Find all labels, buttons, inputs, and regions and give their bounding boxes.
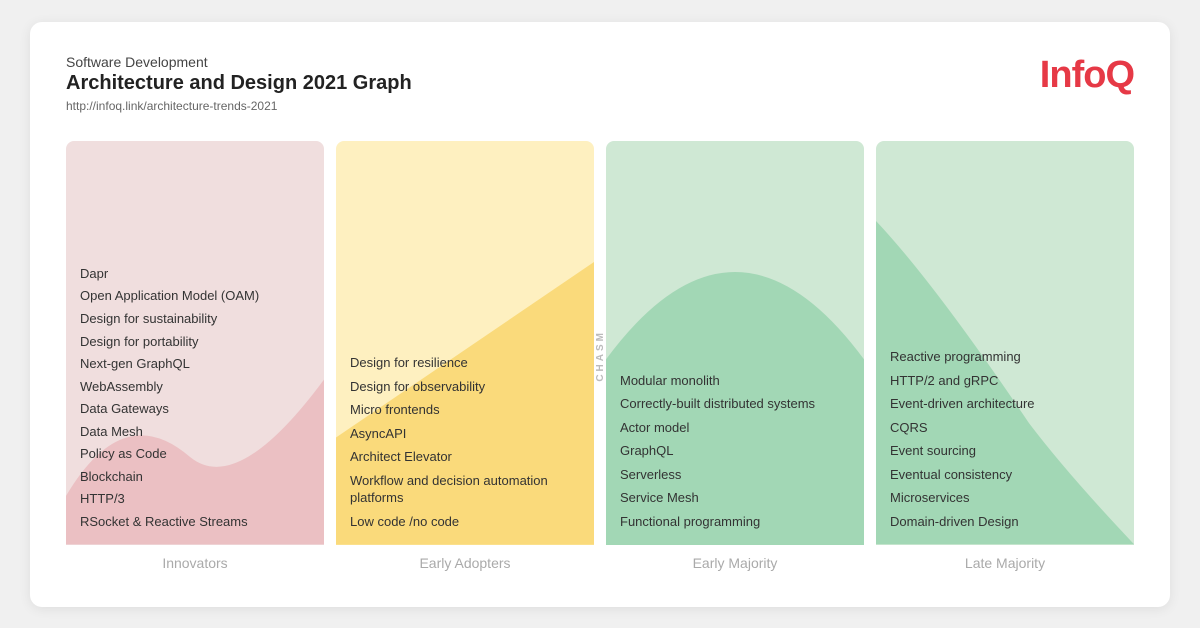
list-item: Functional programming	[620, 513, 850, 531]
list-item: Workflow and decision automation platfor…	[350, 472, 580, 507]
innovators-column: Dapr Open Application Model (OAM) Design f…	[66, 141, 324, 571]
header: Software Development Architecture and De…	[66, 54, 1134, 113]
list-item: CQRS	[890, 419, 1120, 437]
late-majority-column: Reactive programming HTTP/2 and gRPC Event…	[876, 141, 1134, 571]
header-title: Architecture and Design 2021 Graph	[66, 72, 412, 95]
list-item: Reactive programming	[890, 348, 1120, 366]
list-item: GraphQL	[620, 442, 850, 460]
early-adopters-column: Design for resilience Design for observab…	[336, 141, 594, 571]
list-item: Architect Elevator	[350, 448, 580, 466]
header-subtitle: Software Development	[66, 54, 412, 70]
main-card: Software Development Architecture and De…	[30, 22, 1170, 607]
innovators-list: Dapr Open Application Model (OAM) Design f…	[80, 265, 310, 531]
list-item: Data Gateways	[80, 400, 310, 418]
late-majority-items: Reactive programming HTTP/2 and gRPC Event…	[890, 348, 1120, 530]
list-item: HTTP/2 and gRPC	[890, 372, 1120, 390]
list-item: HTTP/3	[80, 490, 310, 508]
list-item: Design for observability	[350, 378, 580, 396]
list-item: Eventual consistency	[890, 466, 1120, 484]
gap2	[864, 141, 876, 571]
logo-text: Info	[1040, 54, 1106, 96]
innovators-bg: Dapr Open Application Model (OAM) Design f…	[66, 141, 324, 545]
innovators-label: Innovators	[66, 545, 324, 571]
early-adopters-items: Design for resilience Design for observab…	[350, 354, 580, 530]
list-item: Low code /no code	[350, 513, 580, 531]
list-item: Domain-driven Design	[890, 513, 1120, 531]
gap1	[324, 141, 336, 571]
list-item: Design for portability	[80, 333, 310, 351]
list-item: Microservices	[890, 489, 1120, 507]
list-item: RSocket & Reactive Streams	[80, 513, 310, 531]
header-link: http://infoq.link/architecture-trends-20…	[66, 99, 412, 113]
list-item: Serverless	[620, 466, 850, 484]
list-item: Policy as Code	[80, 445, 310, 463]
innovators-items: Dapr Open Application Model (OAM) Design f…	[80, 265, 310, 531]
early-adopters-label: Early Adopters	[336, 545, 594, 571]
chasm-divider: CHASM	[594, 141, 606, 571]
late-majority-label: Late Majority	[876, 545, 1134, 571]
chasm-label: CHASM	[595, 330, 606, 382]
list-item: Micro frontends	[350, 401, 580, 419]
early-adopters-list: Design for resilience Design for observab…	[350, 354, 580, 530]
list-item: Correctly-built distributed systems	[620, 395, 850, 413]
list-item: Design for resilience	[350, 354, 580, 372]
late-majority-bg: Reactive programming HTTP/2 and gRPC Event…	[876, 141, 1134, 545]
early-majority-list: Modular monolith Correctly-built distribu…	[620, 372, 850, 531]
list-item: AsyncAPI	[350, 425, 580, 443]
list-item: Design for sustainability	[80, 310, 310, 328]
list-item: Blockchain	[80, 468, 310, 486]
list-item: Actor model	[620, 419, 850, 437]
early-majority-label: Early Majority	[606, 545, 864, 571]
list-item: Data Mesh	[80, 423, 310, 441]
header-left: Software Development Architecture and De…	[66, 54, 412, 113]
list-item: Event-driven architecture	[890, 395, 1120, 413]
list-item: Open Application Model (OAM)	[80, 287, 310, 305]
infoq-logo: InfoQ	[1040, 54, 1134, 97]
list-item: Dapr	[80, 265, 310, 283]
list-item: WebAssembly	[80, 378, 310, 396]
early-adopters-bg: Design for resilience Design for observab…	[336, 141, 594, 545]
early-majority-bg: Modular monolith Correctly-built distribu…	[606, 141, 864, 545]
early-majority-column: Modular monolith Correctly-built distribu…	[606, 141, 864, 571]
late-majority-list: Reactive programming HTTP/2 and gRPC Event…	[890, 348, 1120, 530]
list-item: Next-gen GraphQL	[80, 355, 310, 373]
early-majority-items: Modular monolith Correctly-built distribu…	[620, 372, 850, 531]
chart-area: Dapr Open Application Model (OAM) Design f…	[66, 141, 1134, 571]
list-item: Service Mesh	[620, 489, 850, 507]
logo-q: Q	[1105, 54, 1134, 96]
list-item: Event sourcing	[890, 442, 1120, 460]
list-item: Modular monolith	[620, 372, 850, 390]
